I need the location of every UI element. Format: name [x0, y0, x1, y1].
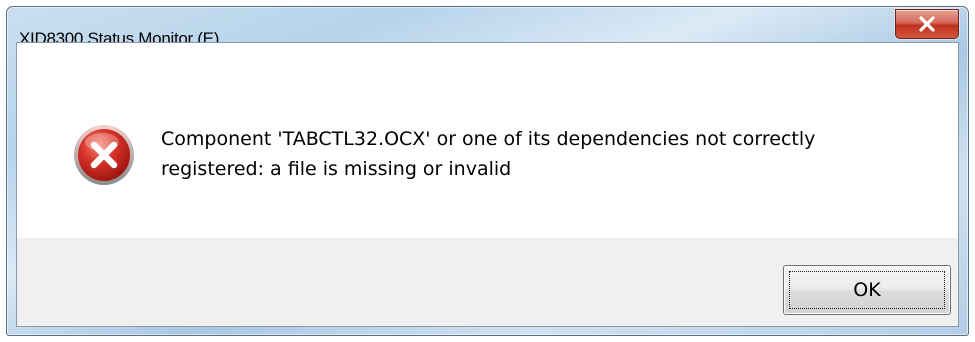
error-message-line-1: Component 'TABCTL32.OCX' or one of its d… [161, 128, 816, 150]
ok-button-label: OK [853, 279, 881, 301]
error-message: Component 'TABCTL32.OCX' or one of its d… [161, 124, 921, 184]
close-button[interactable] [895, 9, 959, 39]
message-area: Component 'TABCTL32.OCX' or one of its d… [17, 43, 958, 238]
error-message-line-2: registered: a file is missing or invalid [161, 158, 512, 180]
ok-button[interactable]: OK [783, 265, 951, 315]
error-icon [74, 125, 134, 185]
dialog-window: XID8300 Status Monitor (E) Component 'TA… [6, 6, 969, 336]
dialog-client-area: Component 'TABCTL32.OCX' or one of its d… [16, 42, 959, 327]
close-x-icon [919, 16, 935, 32]
